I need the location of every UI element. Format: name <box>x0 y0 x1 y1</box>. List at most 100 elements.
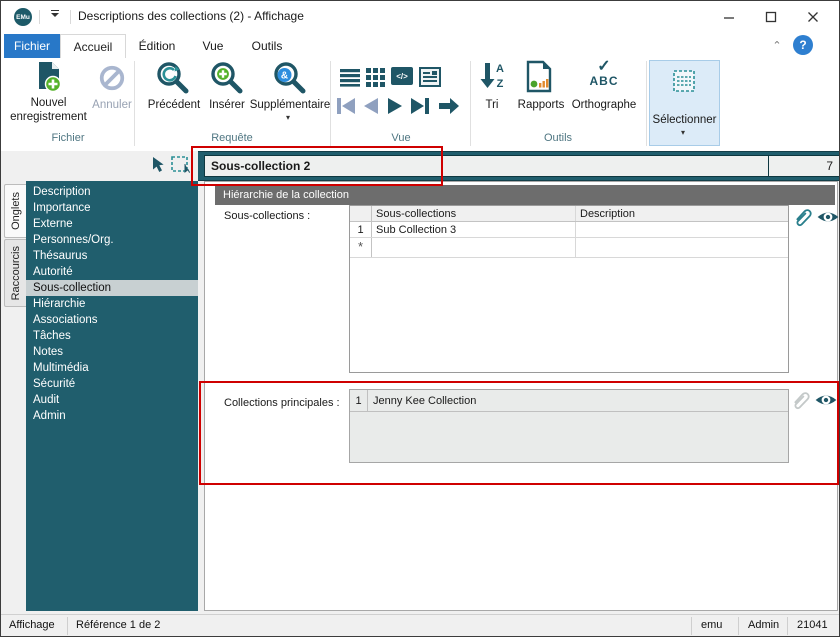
insert-query-button[interactable] <box>208 60 246 101</box>
maximize-icon <box>765 11 777 23</box>
view-code-button[interactable]: </> <box>391 67 413 85</box>
new-row-marker: * <box>350 238 372 257</box>
attach-icon[interactable] <box>791 206 814 229</box>
section-header: Hiérarchie de la collection <box>215 185 835 205</box>
supplementary-dropdown-icon[interactable]: ▾ <box>286 114 290 122</box>
view-grid-button[interactable] <box>365 67 387 92</box>
view-form-button[interactable] <box>419 67 441 92</box>
tab-fichier[interactable]: Fichier <box>4 34 60 58</box>
table-new-row[interactable]: * <box>350 238 788 258</box>
help-icon[interactable]: ? <box>793 35 813 55</box>
status-record-id: 21041 <box>797 619 828 631</box>
sort-button[interactable]: A Z <box>478 61 508 98</box>
collapse-ribbon-icon[interactable]: ⌃ <box>769 37 785 53</box>
titlebar-separator <box>70 10 71 24</box>
minimize-button[interactable] <box>712 7 746 27</box>
sidebar-tab-raccourcis[interactable]: Raccourcis <box>4 239 26 307</box>
svg-text:A: A <box>496 63 504 75</box>
view-attachment-eye-icon[interactable] <box>816 207 840 227</box>
sidebar-tab-onglets[interactable]: Onglets <box>4 184 26 238</box>
reports-button[interactable] <box>525 60 553 98</box>
previous-query-icon <box>157 62 189 94</box>
cell-sous-collections[interactable]: Sub Collection 3 <box>372 222 576 237</box>
spelling-label[interactable]: Orthographe <box>567 98 641 112</box>
group-separator <box>646 61 647 146</box>
cell-description[interactable] <box>576 222 788 237</box>
record-count-box: 7 <box>768 155 839 177</box>
tab-edition[interactable]: Édition <box>128 34 186 58</box>
insert-query-icon <box>211 62 243 94</box>
previous-query-label[interactable]: Précédent <box>142 98 206 112</box>
sidebar-item-taches[interactable]: Tâches <box>26 328 198 344</box>
titlebar-separator <box>39 10 40 24</box>
view-list-button[interactable] <box>339 67 361 92</box>
view-attachment-eye-icon[interactable] <box>814 390 838 410</box>
principal-collection-value: Jenny Kee Collection <box>373 394 477 407</box>
column-header-sous-collections[interactable]: Sous-collections <box>372 206 576 221</box>
close-button[interactable] <box>796 7 830 27</box>
sidebar-item-autorite[interactable]: Autorité <box>26 264 198 280</box>
first-record-icon <box>337 98 355 114</box>
tab-accueil[interactable]: Accueil <box>60 34 126 59</box>
sidebar-item-externe[interactable]: Externe <box>26 216 198 232</box>
app-window: EMu Descriptions des collections (2) - A… <box>0 0 840 637</box>
last-record-button[interactable] <box>408 96 432 121</box>
app-logo-icon[interactable]: EMu <box>14 8 32 26</box>
new-record-label[interactable]: Nouvel enregistrement <box>1 96 96 125</box>
view-code-icon: </> <box>396 71 408 81</box>
goto-record-icon <box>439 98 459 114</box>
list-item[interactable]: 1 Jenny Kee Collection <box>350 390 788 412</box>
marquee-select-icon[interactable] <box>170 155 191 179</box>
record-title: Sous-collection 2 <box>211 159 311 173</box>
sidebar-item-notes[interactable]: Notes <box>26 344 198 360</box>
sort-label[interactable]: Tri <box>476 98 508 112</box>
row-number: 1 <box>350 390 368 411</box>
sidebar-item-admin[interactable]: Admin <box>26 408 198 424</box>
cancel-label: Annuler <box>92 99 132 111</box>
cell-sous-collections-empty[interactable] <box>372 238 576 257</box>
select-label: Sélectionner <box>652 114 717 126</box>
tab-vue[interactable]: Vue <box>191 34 235 58</box>
quick-access-dropdown-icon[interactable] <box>47 10 63 24</box>
principal-collections-list: 1 Jenny Kee Collection <box>349 389 789 463</box>
sidebar-item-description[interactable]: Description <box>26 184 198 200</box>
row-number-header <box>350 206 372 221</box>
tab-navigation-panel: Description Importance Externe Personnes… <box>26 181 198 611</box>
view-list-icon <box>340 69 360 87</box>
supplementary-query-label[interactable]: Supplémentaire <box>248 98 332 112</box>
maximize-button[interactable] <box>754 7 788 27</box>
svg-text:&: & <box>281 71 288 82</box>
cell-description-empty[interactable] <box>576 238 788 257</box>
window-title: Descriptions des collections (2) - Affic… <box>78 9 304 23</box>
pointer-tool-icon[interactable] <box>151 156 166 178</box>
select-button[interactable]: Sélectionner ▾ <box>649 60 720 146</box>
goto-record-button[interactable] <box>437 96 461 121</box>
sidebar-item-audit[interactable]: Audit <box>26 392 198 408</box>
group-label-vue: Vue <box>391 132 411 144</box>
spelling-abc-text: ABC <box>589 74 619 88</box>
tab-outils[interactable]: Outils <box>241 34 293 58</box>
sidebar-item-thesaurus[interactable]: Thésaurus <box>26 248 198 264</box>
row-number: 1 <box>350 222 372 237</box>
ribbon-tab-row: Fichier Accueil Édition Vue Outils <box>1 33 839 59</box>
principal-field-tools <box>789 388 839 412</box>
column-header-description[interactable]: Description <box>576 206 788 221</box>
record-strip: Sous-collection 2 7 <box>1 151 839 181</box>
sidebar-item-sous-collection[interactable]: Sous-collection <box>26 280 198 296</box>
sidebar-item-multimedia[interactable]: Multimédia <box>26 360 198 376</box>
subcollections-field-tools <box>791 205 840 229</box>
sidebar-item-importance[interactable]: Importance <box>26 200 198 216</box>
new-record-button[interactable] <box>36 61 62 98</box>
sidebar-item-hierarchie[interactable]: Hiérarchie <box>26 296 198 312</box>
sidebar-item-personnes-org[interactable]: Personnes/Org. <box>26 232 198 248</box>
status-separator <box>787 617 788 635</box>
next-record-button[interactable] <box>385 96 405 121</box>
sidebar-item-securite[interactable]: Sécurité <box>26 376 198 392</box>
subcollections-header-row: Sous-collections Description <box>350 206 788 222</box>
sidebar-item-associations[interactable]: Associations <box>26 312 198 328</box>
previous-query-button[interactable] <box>154 60 192 101</box>
spelling-button[interactable]: ✓ ABC <box>578 59 630 89</box>
reports-label[interactable]: Rapports <box>513 98 569 112</box>
supplementary-query-button[interactable]: & <box>271 60 309 101</box>
insert-query-label[interactable]: Insérer <box>206 98 248 112</box>
